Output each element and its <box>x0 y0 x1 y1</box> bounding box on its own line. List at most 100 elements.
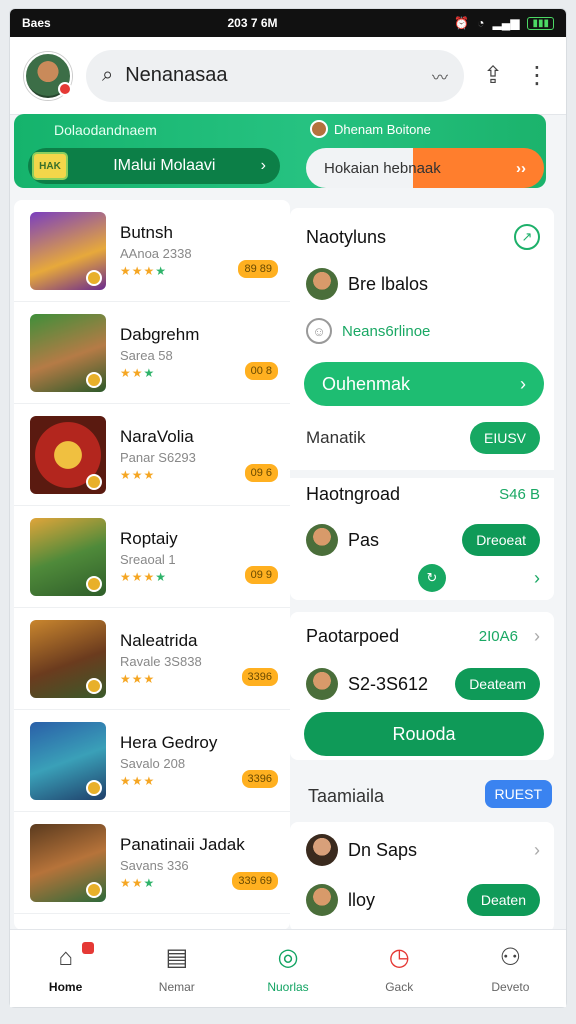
panel-title: Paotarpoed <box>306 626 400 646</box>
refresh-icon[interactable]: ↻ <box>418 564 446 592</box>
coin-icon <box>86 779 102 796</box>
nav-label: Nemar <box>158 980 195 994</box>
list-item[interactable]: Hera Gedroy Savalo 208 ★★★ 3396 <box>14 710 290 812</box>
banner-cta-button[interactable]: Hokaian hebnaak ›› <box>306 148 544 188</box>
price-tag: 3396 <box>241 668 278 686</box>
coin-icon <box>86 677 102 694</box>
avatar <box>306 268 338 300</box>
game-name: Butnsh <box>120 223 173 242</box>
game-thumbnail <box>30 415 106 494</box>
search-label: Nenanasaa <box>125 64 228 86</box>
compass-icon[interactable]: ↗ <box>514 224 540 250</box>
user-name: lloy <box>348 889 376 910</box>
subtitle-value: S46 B <box>499 486 540 503</box>
chevron-right-icon[interactable]: › <box>534 568 540 589</box>
promo-banner: Dolaodandnaem HAK IMalui Molaavi › Dhena… <box>14 114 546 188</box>
section-badge[interactable]: RUEST <box>484 780 552 808</box>
game-thumbnail <box>30 823 106 902</box>
user-action-button[interactable]: Deateam <box>455 668 540 700</box>
list-item[interactable]: Dabgrehm Sarea 58 ★★★ 00 8 <box>14 302 290 404</box>
game-sub: AAnoa 2338 <box>120 246 192 261</box>
right-panel-secondary: Paotarpoed 2I0A6 › S2-3S612 Deateam Rouo… <box>290 612 554 760</box>
nav-label: Home <box>48 979 83 994</box>
banner-right-title-text: Dhenam Boitone <box>334 121 431 137</box>
game-thumbnail <box>30 211 106 290</box>
chevron-right-icon[interactable]: › <box>534 840 540 861</box>
battery-icon: ▮▮▮ <box>527 16 554 30</box>
share-icon[interactable]: ⇪ <box>478 61 508 90</box>
game-sub: Ravale 3S838 <box>120 654 202 669</box>
nav-news[interactable]: ▤ Nemar <box>121 930 232 1007</box>
avatar <box>306 668 338 700</box>
panel-value: 2I0A6 <box>478 628 518 645</box>
banner-left-pill[interactable]: HAK IMalui Molaavi › <box>28 148 280 184</box>
newspaper-icon: ▤ <box>165 944 189 971</box>
list-item[interactable]: Roptaiy Sreaoal 1 ★★★★ 09 9 <box>14 506 290 608</box>
coin-icon <box>86 575 102 592</box>
game-sub: Sreaoal 1 <box>120 552 176 567</box>
secondary-action-button[interactable]: Rouoda <box>304 712 544 756</box>
list-item[interactable]: Naleatrida Ravale 3S838 ★★★ 3396 <box>14 608 290 710</box>
home-icon: ⌂ <box>58 943 73 971</box>
bottom-nav: ⌂ Home ▤ Nemar ◎ Nuorlas ◷ Gack ⚇ Deveto <box>10 929 566 1007</box>
more-vert-icon[interactable]: ⋮ <box>522 61 552 90</box>
nav-search[interactable]: ◎ Nuorlas <box>232 930 343 1007</box>
game-name: Hera Gedroy <box>120 733 218 752</box>
price-tag: 3396 <box>241 770 278 788</box>
user-name: Bre lbalos <box>348 273 429 294</box>
search-bar[interactable]: ⌕ Nenanasaa 〰 <box>86 49 464 102</box>
avatar <box>306 834 338 866</box>
banner-chip: HAK <box>32 152 68 180</box>
nav-label: Gack <box>385 980 414 994</box>
list-item[interactable]: Butnsh AAnoa 2338 ★★★★ 89 89 <box>14 200 290 302</box>
price-tag: 09 9 <box>244 566 278 584</box>
person-icon: ⚇ <box>499 944 522 971</box>
game-thumbnail <box>30 517 106 596</box>
game-thumbnail <box>30 721 106 800</box>
user-action-button[interactable]: Deaten <box>466 884 540 916</box>
panel-subtitle: Haotngroad <box>306 484 401 504</box>
squiggle-icon[interactable]: 〰 <box>432 64 448 88</box>
divider <box>290 470 554 478</box>
coin-icon <box>86 881 102 898</box>
banner-right-title: Dhenam Boitone <box>310 120 431 138</box>
section-label: Taamiaila <box>308 786 385 806</box>
coin-icon <box>86 269 102 286</box>
chevron-right-icon[interactable]: › <box>534 626 540 647</box>
status-bar: Baes 203 7 6M ⏰ ◔ ▂▄▆ ▮▮▮ <box>10 9 566 37</box>
smiley-icon: ☺ <box>306 318 332 344</box>
search-icon: ⌕ <box>102 64 114 86</box>
list-item[interactable]: Panatinaii Jadak Savans 336 ★★★ 339 69 <box>14 812 290 914</box>
user-avatar[interactable] <box>24 51 72 100</box>
mini-avatar <box>310 120 328 138</box>
game-sub: Panar S6293 <box>120 450 196 465</box>
search-icon: ◎ <box>277 944 299 971</box>
game-thumbnail <box>30 313 106 392</box>
game-sub: Savalo 208 <box>120 756 186 771</box>
chevron-right-icon: › <box>260 157 266 174</box>
game-name: Dabgrehm <box>120 325 200 344</box>
panel-title: Naotyluns <box>306 226 387 247</box>
status-icons: ⏰ ◔ ▂▄▆ ▮▮▮ <box>454 16 554 30</box>
user-name: S2-3S612 <box>348 673 429 694</box>
notification-dot <box>58 81 72 96</box>
section-button[interactable]: EIUSV <box>469 422 540 454</box>
price-tag: 00 8 <box>244 362 278 380</box>
price-tag: 09 6 <box>244 464 278 482</box>
nav-home[interactable]: ⌂ Home <box>10 930 121 1007</box>
nav-clock[interactable]: ◷ Gack <box>344 930 455 1007</box>
game-name: Naleatrida <box>120 631 198 650</box>
nav-label: Nuorlas <box>267 980 309 994</box>
green-link[interactable]: Neans6rlinoe <box>342 323 430 340</box>
user-action-button[interactable]: Dreoeat <box>462 524 540 556</box>
banner-left-pill-label: IMalui Molaavi <box>113 157 216 174</box>
double-chevron-icon: ›› <box>516 159 526 177</box>
game-sub: Savans 336 <box>120 858 189 873</box>
banner-cta-label: Hokaian hebnaak <box>324 159 441 177</box>
game-name: Roptaiy <box>120 529 178 548</box>
list-item[interactable]: NaraVolia Panar S6293 ★★★ 09 6 <box>14 404 290 506</box>
primary-action-label: Ouhenmak <box>322 373 411 394</box>
primary-action-button[interactable]: Ouhenmak › <box>304 362 544 406</box>
nav-profile[interactable]: ⚇ Deveto <box>455 930 566 1007</box>
secondary-action-label: Rouoda <box>392 723 456 744</box>
